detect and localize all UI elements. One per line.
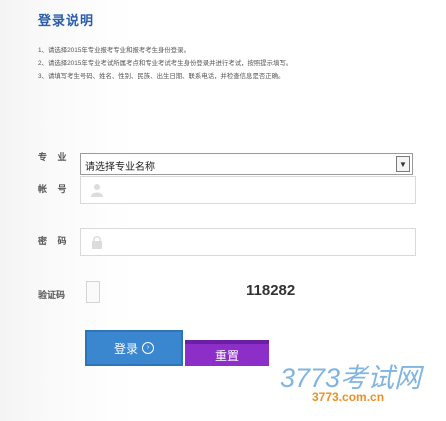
chevron-down-icon[interactable]: ▼ <box>396 156 410 172</box>
password-label: 密 码 <box>38 236 71 246</box>
major-select[interactable]: 请选择专业名称 ▼ <box>80 153 413 175</box>
reset-button-label: 重置 <box>214 348 239 363</box>
instruction-item: 3、请填写考生号码、姓名、性别、民族、出生日期、联系电话，并检查信息是否正确。 <box>38 73 285 80</box>
account-label: 帐 号 <box>38 184 71 194</box>
page-title: 登录说明 <box>38 13 95 28</box>
instruction-item: 2、请选择2015年专业考试所属考点和专业考试考生身份登录并进行考试，按照提示填… <box>38 60 293 67</box>
logo-url: 3773.com.cn <box>312 390 384 404</box>
captcha-label: 验证码 <box>38 290 66 300</box>
captcha-input[interactable] <box>86 281 100 303</box>
captcha-code: 118282 <box>246 282 296 299</box>
user-icon <box>91 184 103 197</box>
logo-text: 3773考试网 <box>280 363 424 393</box>
password-input[interactable] <box>80 228 416 256</box>
major-select-value: 请选择专业名称 <box>85 162 155 173</box>
reset-button[interactable]: 重置 <box>185 340 269 366</box>
login-button-label: 登录 <box>113 341 138 356</box>
lock-icon <box>92 236 102 249</box>
arrow-right-circle-icon: › <box>142 342 154 354</box>
account-input[interactable] <box>80 176 416 204</box>
instructions-list: 1、请选择2015年专业报考专业和报考考生身份登录。 2、请选择2015年专业考… <box>38 44 438 83</box>
site-logo: 3773考试网 3773.com.cn <box>280 363 424 404</box>
login-button[interactable]: 登录 › <box>85 330 183 366</box>
major-label: 专 业 <box>38 152 71 162</box>
instruction-item: 1、请选择2015年专业报考专业和报考考生身份登录。 <box>38 47 190 54</box>
